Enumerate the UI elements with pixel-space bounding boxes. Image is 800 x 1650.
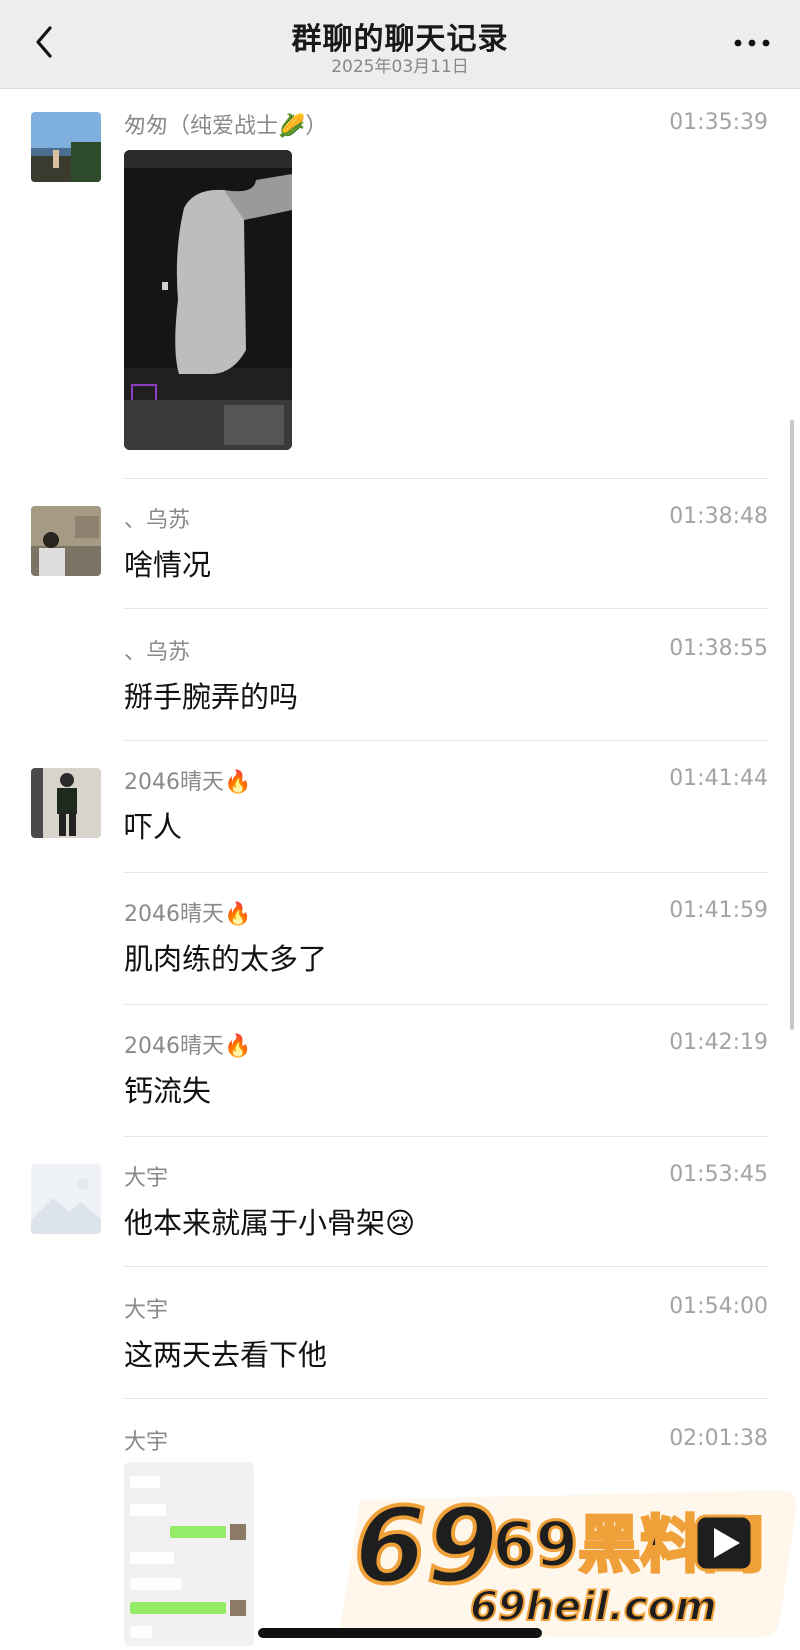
message-divider (124, 872, 768, 873)
message-divider (124, 1266, 768, 1267)
message-divider (124, 740, 768, 741)
home-indicator[interactable] (258, 1628, 542, 1638)
avatar[interactable] (31, 112, 101, 182)
avatar-placeholder-icon[interactable] (31, 1164, 101, 1234)
message-time: 01:53:45 (669, 1162, 768, 1187)
message-time: 01:41:59 (669, 898, 768, 923)
sender-name: 大宇 (124, 1298, 169, 1323)
sender-name: 匆匆（纯爱战士🌽） (124, 114, 328, 139)
more-options-icon[interactable] (732, 28, 772, 58)
message-divider (124, 1136, 768, 1137)
chat-date: 2025年03月11日 (331, 57, 469, 77)
avatar[interactable] (31, 768, 101, 838)
xray-image-attachment[interactable] (124, 150, 292, 450)
site-watermark-logo: 69 69黑料网 69heil.com (340, 1470, 800, 1646)
message-time: 01:38:55 (669, 636, 768, 661)
sender-name: 2046晴天🔥 (124, 770, 252, 795)
message-divider (124, 1004, 768, 1005)
sender-name: 大宇 (124, 1430, 169, 1455)
message-divider (124, 608, 768, 609)
sender-name: 、乌苏 (124, 640, 191, 665)
message-divider (124, 1398, 768, 1399)
message-text: 啥情况 (124, 548, 212, 582)
message-time: 01:35:39 (669, 110, 768, 135)
message-text: 掰手腕弄的吗 (124, 680, 299, 714)
message-text: 钙流失 (124, 1074, 212, 1108)
message-time: 02:01:38 (669, 1426, 768, 1451)
message-time: 01:54:00 (669, 1294, 768, 1319)
sender-name: 、乌苏 (124, 508, 191, 533)
sender-name: 2046晴天🔥 (124, 1034, 252, 1059)
message-text: 肌肉练的太多了 (124, 942, 328, 976)
message-divider (124, 478, 768, 479)
chat-screenshot-attachment[interactable] (124, 1462, 254, 1646)
message-text: 他本来就属于小骨架😢 (124, 1206, 416, 1240)
message-time: 01:38:48 (669, 504, 768, 529)
sender-name: 2046晴天🔥 (124, 902, 252, 927)
chat-header: 群聊的聊天记录 2025年03月11日 (0, 0, 800, 89)
message-time: 01:42:19 (669, 1030, 768, 1055)
watermark-url: 69heil.com (470, 1584, 717, 1630)
message-time: 01:41:44 (669, 766, 768, 791)
sender-name: 大宇 (124, 1166, 169, 1191)
message-text: 这两天去看下他 (124, 1338, 328, 1372)
scrollbar[interactable] (790, 420, 794, 1030)
message-text: 吓人 (124, 810, 183, 844)
avatar[interactable] (31, 506, 101, 576)
